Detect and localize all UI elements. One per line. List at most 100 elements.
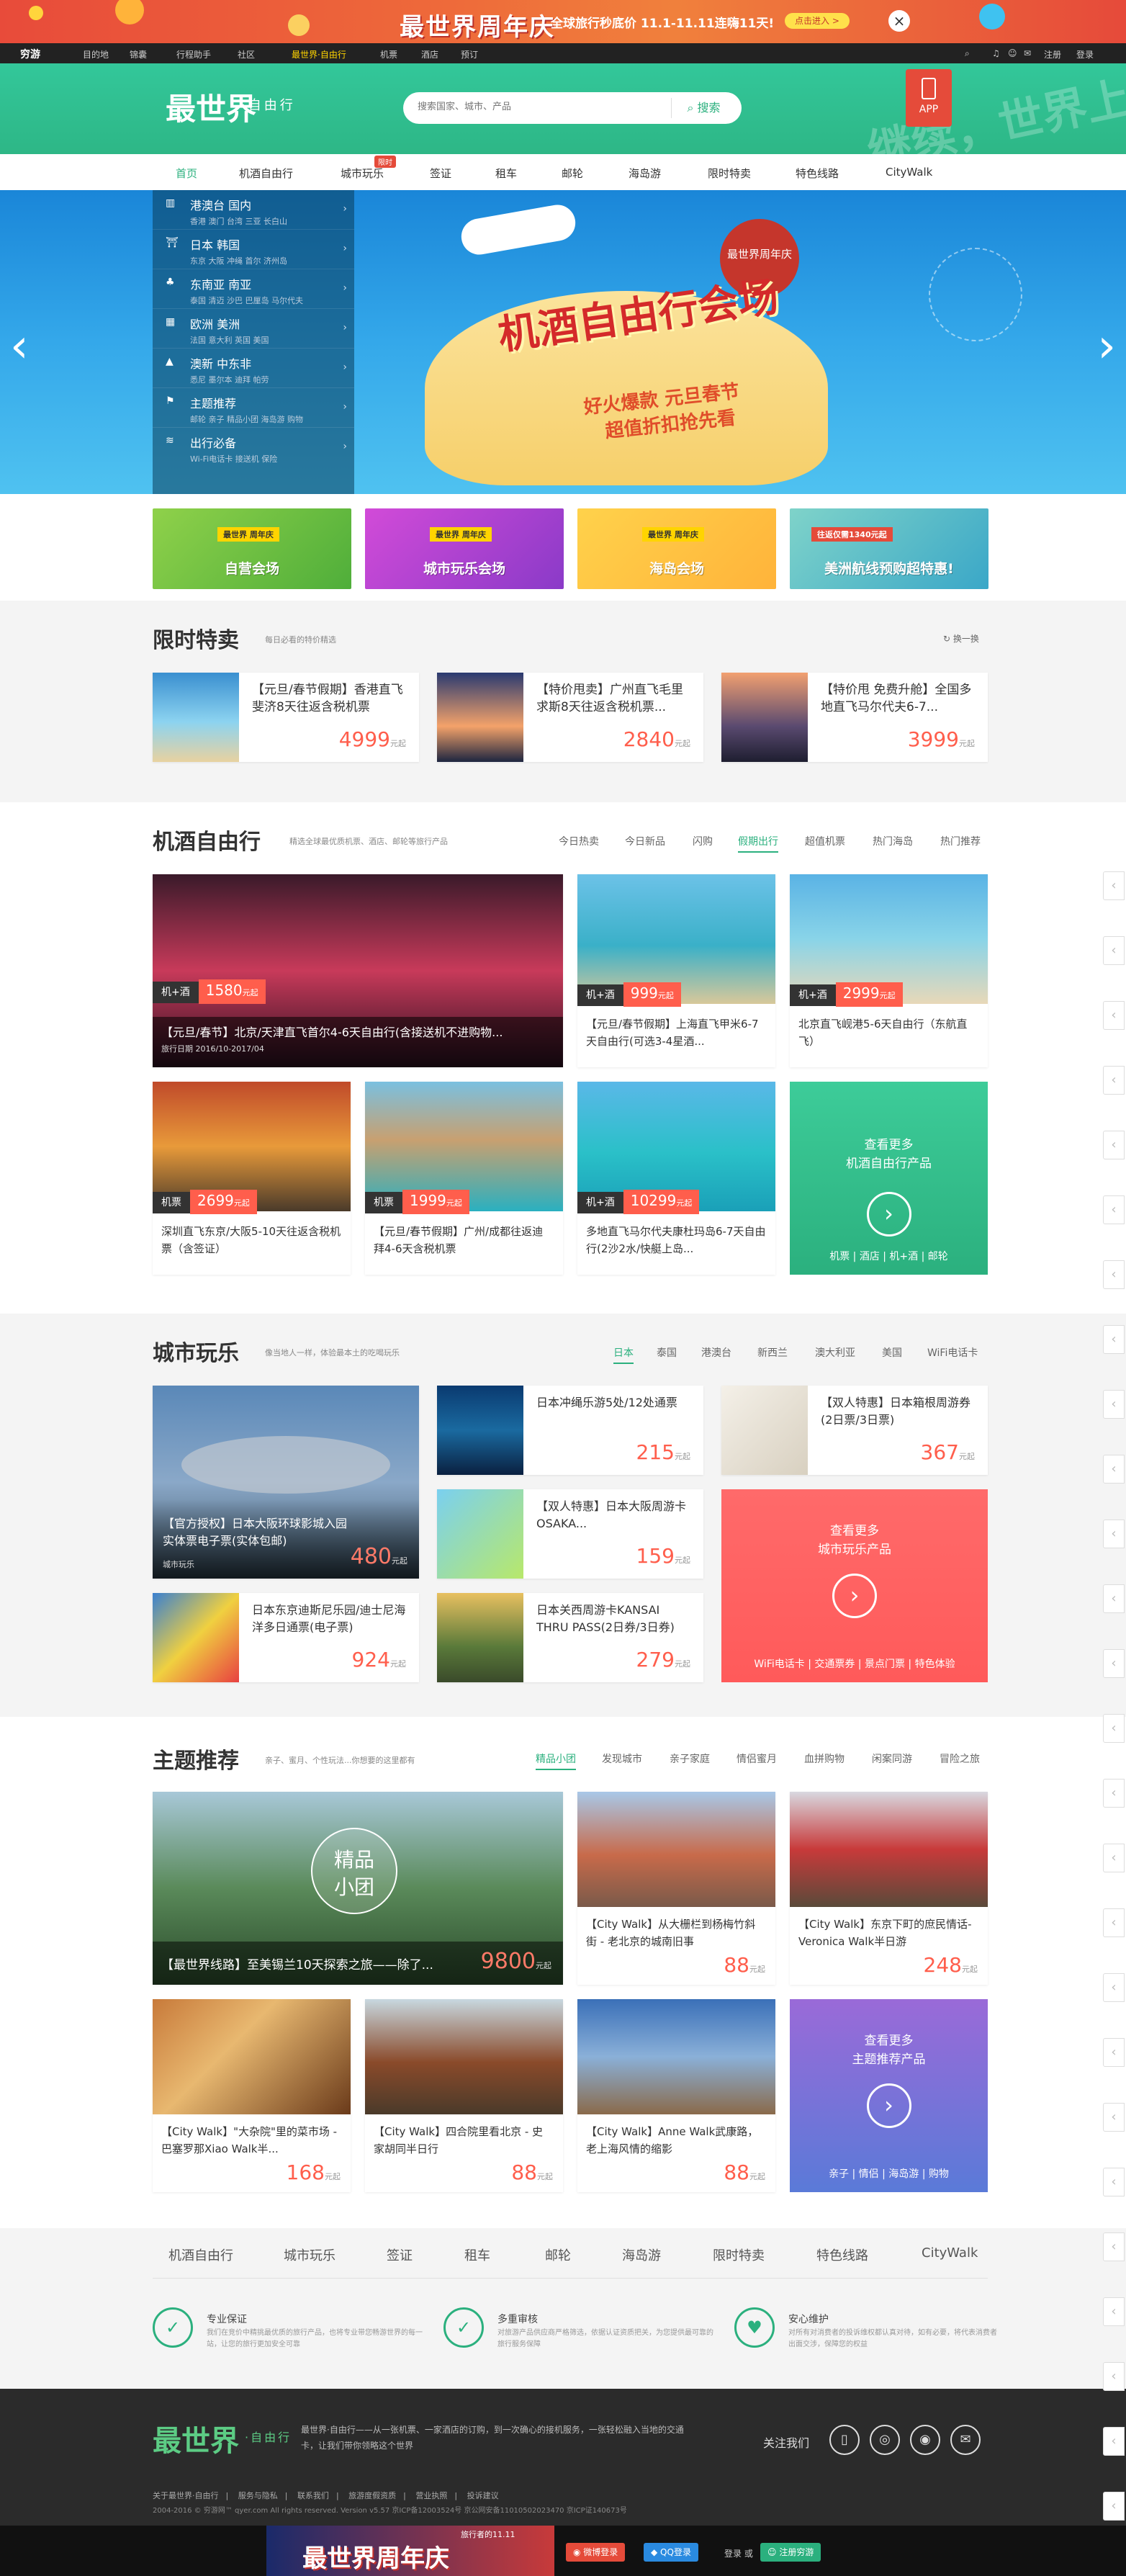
side-scroll-button[interactable]: ‹ xyxy=(1103,1584,1125,1613)
category-item[interactable]: ▥ 港澳台 国内 香港 澳门 台湾 三亚 长白山 › xyxy=(153,190,354,230)
search-icon[interactable]: ⌕ xyxy=(965,48,970,59)
main-nav-item[interactable]: 邮轮 xyxy=(562,166,583,181)
footer-link[interactable]: 联系我们 xyxy=(297,2491,329,2500)
product-card[interactable]: 日本关西周游卡KANSAI THRU PASS(2日券/3日券) 279元起 xyxy=(437,1593,703,1682)
side-scroll-button[interactable]: ‹ xyxy=(1103,1131,1125,1159)
top-nav-item[interactable]: 社区 xyxy=(238,48,255,60)
side-scroll-button[interactable]: ‹ xyxy=(1103,2232,1125,2261)
footer-link[interactable]: 关于最世界·自由行 xyxy=(153,2491,219,2500)
footer-link[interactable]: 限时特卖 xyxy=(713,2245,765,2264)
footer-logo[interactable]: 最世界 xyxy=(153,2418,239,2459)
tab-active[interactable]: 日本 xyxy=(613,1345,634,1364)
side-scroll-button[interactable]: ‹ xyxy=(1103,2297,1125,2326)
mail-icon[interactable]: ✉ xyxy=(950,2425,981,2455)
refresh-button[interactable]: ↻ 换一换 xyxy=(943,632,979,645)
tab[interactable]: 热门海岛 xyxy=(873,834,913,848)
product-card[interactable]: 日本东京迪斯尼乐园/迪士尼海洋多日通票(电子票) 924元起 xyxy=(153,1593,419,1682)
main-nav-item[interactable]: CityWalk xyxy=(886,166,932,179)
weibo-login-button[interactable]: ◉ 微博登录 xyxy=(566,2543,626,2562)
tab[interactable]: 热门推荐 xyxy=(940,834,981,848)
tab[interactable]: WiFi电话卡 xyxy=(927,1345,978,1360)
footer-link[interactable]: CityWalk xyxy=(922,2245,978,2261)
banner-enter-button[interactable]: 点击进入 > xyxy=(785,13,850,29)
top-nav-item[interactable]: 预订 xyxy=(461,48,478,60)
product-card[interactable]: 【City Walk】从大栅栏到杨梅竹斜街 - 老北京的城南旧事 88元起 xyxy=(577,1792,775,1985)
category-item[interactable]: ⚑ 主题推荐 邮轮 亲子 精品小团 海岛游 购物 › xyxy=(153,388,354,428)
flash-sale-card[interactable]: 【特价甩 免费升舱】全国多地直飞马尔代夫6-7... 3999元起 xyxy=(721,673,988,762)
promo-tile[interactable]: 最世界 周年庆 自营会场 xyxy=(153,508,351,589)
promo-tile[interactable]: 最世界 周年庆 海岛会场 xyxy=(577,508,776,589)
tab[interactable]: 亲子家庭 xyxy=(670,1751,710,1766)
search-button[interactable]: ⌕ 搜索 xyxy=(671,98,736,118)
side-scroll-button[interactable]: ‹ xyxy=(1103,1325,1125,1354)
tab[interactable]: 新西兰 xyxy=(757,1345,788,1360)
tab[interactable]: 血拼购物 xyxy=(804,1751,844,1766)
product-card[interactable]: 【City Walk】"大杂院"里的菜市场 - 巴塞罗那Xiao Walk半..… xyxy=(153,1999,351,2192)
search-input[interactable] xyxy=(418,101,648,112)
flash-sale-card[interactable]: 【特价甩卖】广州直飞毛里求斯8天往返含税机票... 2840元起 xyxy=(437,673,703,762)
side-scroll-button[interactable]: ‹ xyxy=(1103,1779,1125,1808)
main-nav-item[interactable]: 租车 xyxy=(495,166,517,181)
tab-active[interactable]: 假期出行 xyxy=(738,834,778,853)
footer-link[interactable]: 城市玩乐 xyxy=(284,2245,335,2264)
side-scroll-button[interactable]: ‹ xyxy=(1103,1908,1125,1937)
login-link[interactable]: 登录 xyxy=(1076,48,1094,60)
tab[interactable]: 港澳台 xyxy=(701,1345,731,1360)
side-scroll-button[interactable]: ‹ xyxy=(1103,1649,1125,1678)
side-scroll-button[interactable]: ‹ xyxy=(1103,2427,1125,2456)
footer-link[interactable]: 旅游度假资质 xyxy=(348,2491,396,2500)
app-download-button[interactable]: APP xyxy=(906,69,952,127)
product-card[interactable]: 机+酒 999元起 【元旦/春节假期】上海直飞甲米6-7天自由行(可选3-4星酒.… xyxy=(577,874,775,1067)
side-scroll-button[interactable]: ‹ xyxy=(1103,2103,1125,2132)
product-card[interactable]: 【City Walk】四合院里看北京 - 史家胡同半日行 88元起 xyxy=(365,1999,563,2192)
register-button[interactable]: ☺ 注册穷游 xyxy=(760,2543,821,2562)
tab-active[interactable]: 精品小团 xyxy=(536,1751,576,1770)
tab[interactable]: 超值机票 xyxy=(805,834,845,848)
qyer-logo[interactable]: 穷游 xyxy=(20,47,40,61)
featured-product-card[interactable]: 机+酒 1580元起 【元旦/春节】北京/天津直飞首尔4-6天自由行(含接送机不进… xyxy=(153,874,563,1067)
weibo-icon[interactable]: ◉ xyxy=(910,2425,940,2455)
mobile-icon[interactable]: ▯ xyxy=(829,2425,860,2455)
prev-arrow-icon[interactable]: ‹ xyxy=(10,320,29,373)
view-more-themes[interactable]: 查看更多 主题推荐产品 › 亲子 | 情侣 | 海岛游 | 购物 xyxy=(790,1999,988,2192)
product-card[interactable]: 【City Walk】Anne Walk武康路，老上海风情的缩影 88元起 xyxy=(577,1999,775,2192)
tab[interactable]: 闪购 xyxy=(693,834,713,848)
category-item[interactable]: ▦ 欧洲 美洲 法国 意大利 英国 美国 › xyxy=(153,309,354,349)
tab[interactable]: 发现城市 xyxy=(602,1751,642,1766)
user-icon[interactable]: ☺ xyxy=(1008,48,1017,58)
side-scroll-button[interactable]: ‹ xyxy=(1103,1714,1125,1743)
side-scroll-button[interactable]: ‹ xyxy=(1103,1455,1125,1484)
top-nav-item[interactable]: 酒店 xyxy=(421,48,438,60)
side-scroll-button[interactable]: ‹ xyxy=(1103,1066,1125,1095)
footer-link[interactable]: 特色线路 xyxy=(816,2245,868,2264)
flash-sale-card[interactable]: 【元旦/春节假期】香港直飞斐济8天往返含税机票 4999元起 xyxy=(153,673,419,762)
side-scroll-button[interactable]: ‹ xyxy=(1103,1520,1125,1548)
side-scroll-button[interactable]: ‹ xyxy=(1103,2168,1125,2196)
wechat-icon[interactable]: ◎ xyxy=(870,2425,900,2455)
side-scroll-button[interactable]: ‹ xyxy=(1103,936,1125,965)
product-card[interactable]: 【City Walk】东京下町的庶民情话- Veronica Walk半日游 2… xyxy=(790,1792,988,1985)
product-card[interactable]: 机票 1999元起 【元旦/春节假期】广州/成都往返迪拜4-6天含税机票 xyxy=(365,1082,563,1275)
category-item[interactable]: ⛩ 日本 韩国 东京 大阪 冲绳 首尔 济州岛 › xyxy=(153,230,354,269)
footer-link[interactable]: 投诉建议 xyxy=(467,2491,499,2500)
main-nav-item[interactable]: 海岛游 xyxy=(629,166,661,181)
top-nav-item[interactable]: 行程助手 xyxy=(176,48,211,60)
featured-product-card[interactable]: 【官方授权】日本大阪环球影城入园实体票电子票(实体包邮) 城市玩乐 480元起 xyxy=(153,1386,419,1579)
footer-link[interactable]: 邮轮 xyxy=(545,2245,571,2264)
tab[interactable]: 泰国 xyxy=(657,1345,677,1360)
main-nav-home[interactable]: 首页 xyxy=(176,166,197,181)
product-card[interactable]: 【双人特惠】日本箱根周游券(2日票/3日票) 367元起 xyxy=(721,1386,988,1475)
side-scroll-button[interactable]: ‹ xyxy=(1103,1844,1125,1872)
main-nav-item[interactable]: 特色线路 xyxy=(796,166,839,181)
side-scroll-button[interactable]: ‹ xyxy=(1103,1001,1125,1030)
close-icon[interactable]: × xyxy=(888,10,910,32)
footer-link[interactable]: 海岛游 xyxy=(622,2245,661,2264)
featured-product-card[interactable]: 精品 小团 【最世界线路】至美锡兰10天探索之旅——除了... 9800元起 xyxy=(153,1792,563,1985)
side-scroll-button[interactable]: ‹ xyxy=(1103,1260,1125,1289)
main-nav-item[interactable]: 签证 xyxy=(430,166,451,181)
footer-link[interactable]: 服务与隐私 xyxy=(238,2491,278,2500)
promo-tile[interactable]: 最世界 周年庆 城市玩乐会场 xyxy=(365,508,564,589)
product-card[interactable]: 机+酒 10299元起 多地直飞马尔代夫康杜玛岛6-7天自由行(2沙2水/快艇上岛… xyxy=(577,1082,775,1275)
tab[interactable]: 冒险之旅 xyxy=(940,1751,980,1766)
footer-link[interactable]: 营业执照 xyxy=(415,2491,447,2500)
